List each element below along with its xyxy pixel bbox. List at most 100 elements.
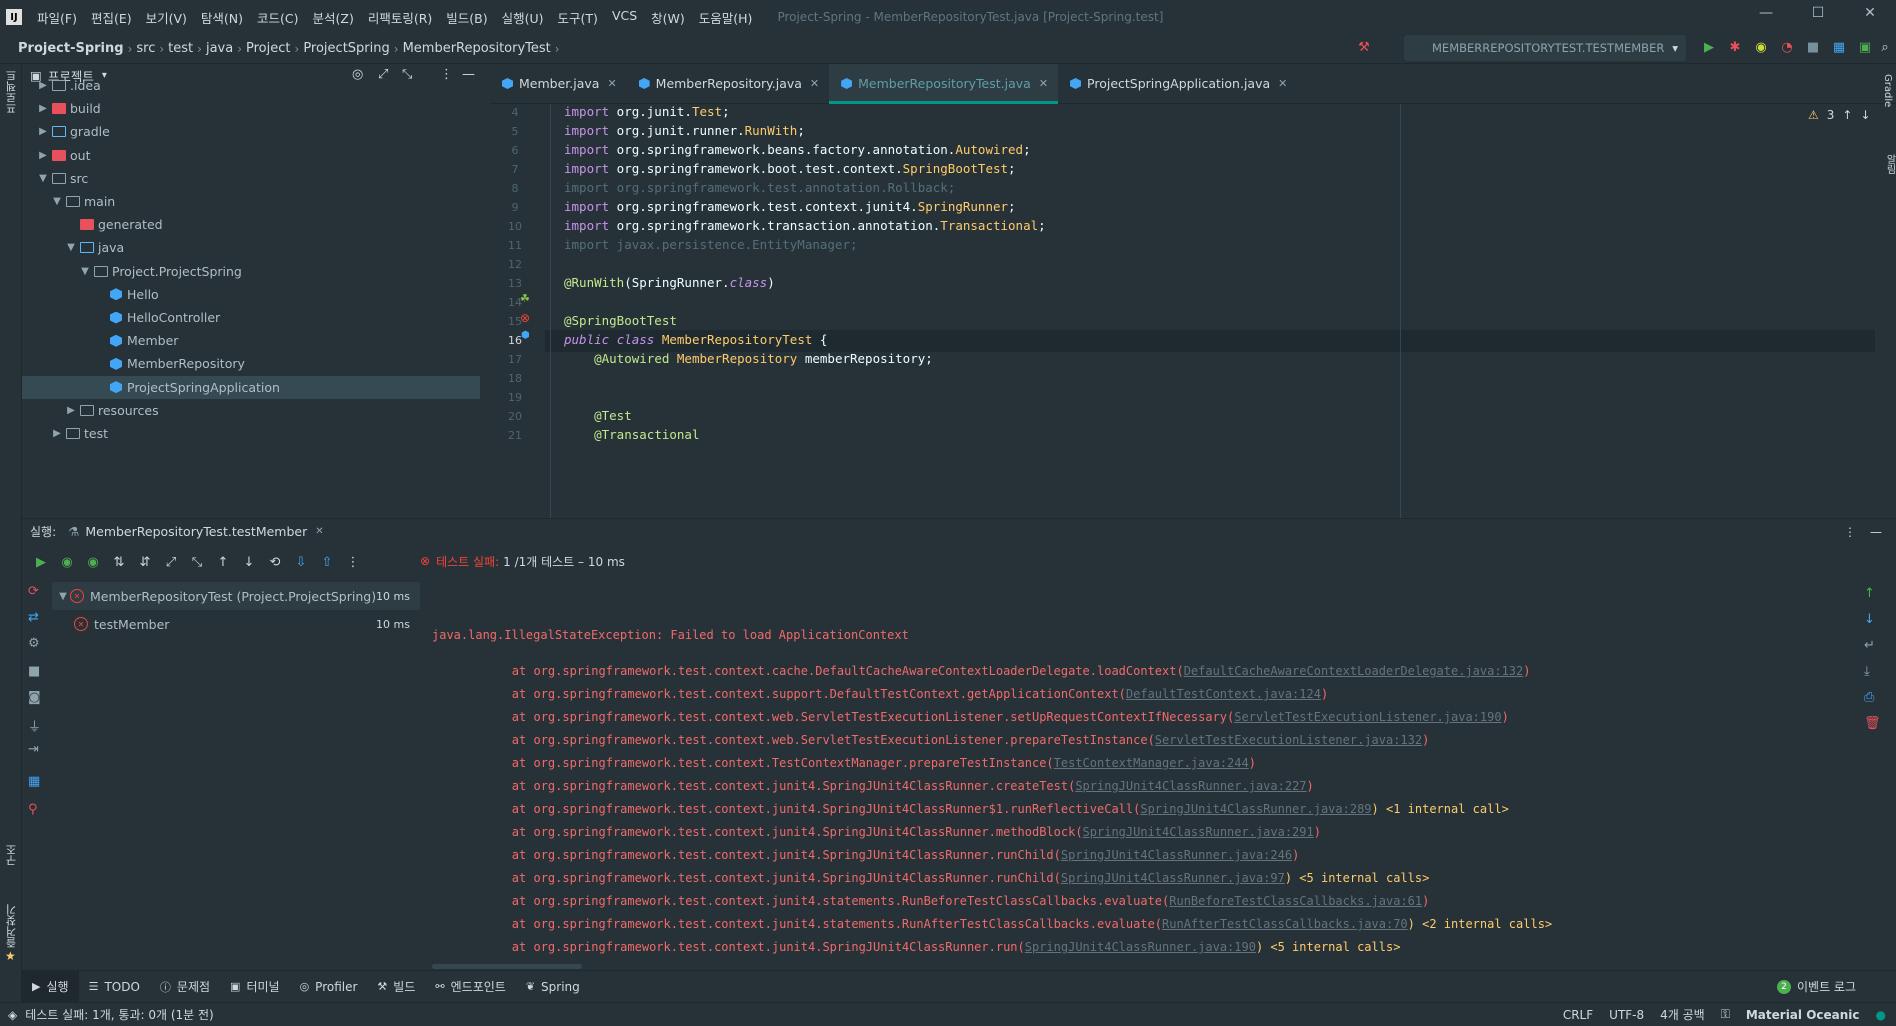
editor-tab[interactable]: MemberRepository.java ✕ — [627, 64, 829, 103]
source-link[interactable]: DefaultCacheAwareContextLoaderDelegate.j… — [1184, 664, 1524, 678]
import-tests-icon[interactable]: ⇩ — [288, 550, 314, 574]
tree-item[interactable]: ProjectSpringApplication — [22, 375, 480, 399]
menu-item[interactable]: 도움말(H) — [692, 8, 760, 27]
tree-item[interactable]: ▶ out — [22, 144, 480, 167]
menu-item[interactable]: 파일(F) — [30, 8, 84, 27]
breadcrumb-item[interactable]: src — [132, 41, 159, 56]
tool-window-button[interactable]: ⚯ 엔드포인트 — [425, 971, 515, 1002]
show-passed-icon[interactable]: ◉ — [54, 550, 80, 574]
breadcrumb-item[interactable]: MemberRepositoryTest — [399, 41, 555, 56]
tree-item[interactable]: ▼ main — [22, 190, 480, 213]
source-link[interactable]: TestContextManager.java:244 — [1054, 756, 1249, 770]
menu-item[interactable]: 빌드(B) — [439, 8, 494, 27]
tree-item[interactable]: ▼ Project.ProjectSpring — [22, 260, 480, 283]
history-icon[interactable]: ⟲ — [262, 550, 288, 574]
collapse-arrow-icon[interactable]: ▶ — [36, 126, 50, 137]
status-toggle-icon[interactable]: ◈ — [8, 1008, 17, 1022]
breadcrumb-item[interactable]: Project — [242, 41, 294, 56]
console-line[interactable]: at org.springframework.test.context.Test… — [454, 752, 1256, 775]
tree-item[interactable]: HelloController — [22, 306, 480, 329]
show-ignored-icon[interactable]: ◉ — [80, 550, 106, 574]
tree-item[interactable]: ▶ .idea — [22, 74, 480, 97]
tree-item[interactable]: MemberRepository — [22, 352, 480, 375]
rerun-failed-icon[interactable]: ⟳ — [28, 584, 39, 599]
tool-window-button[interactable]: ⚒ 빌드 — [367, 971, 425, 1002]
run-tab[interactable]: ⚗ MemberRepositoryTest.testMember ✕ — [68, 524, 324, 539]
tree-item[interactable]: ▶ test — [22, 422, 480, 445]
favorites-tool-button[interactable]: 즐겨찾기 — [4, 904, 20, 948]
source-link[interactable]: RunBeforeTestClassCallbacks.java:61 — [1169, 894, 1422, 908]
coverage-icon[interactable]: ◉ — [1752, 38, 1770, 56]
menu-item[interactable]: 탐색(N) — [194, 8, 250, 27]
console-line[interactable]: at org.springframework.test.context.juni… — [454, 798, 1509, 821]
indent-setting[interactable]: 4개 공백 — [1660, 1006, 1705, 1023]
code-line[interactable]: @Autowired MemberRepository memberReposi… — [564, 348, 933, 370]
profile-icon[interactable]: ◔ — [1778, 38, 1796, 56]
code-line[interactable]: @Transactional — [564, 424, 699, 446]
line-separator[interactable]: CRLF — [1563, 1008, 1593, 1022]
editor-tab[interactable]: ProjectSpringApplication.java ✕ — [1058, 64, 1297, 103]
more-options-icon[interactable]: ⋮ — [340, 550, 366, 574]
source-link[interactable]: SpringJUnit4ClassRunner.java:97 — [1061, 871, 1285, 885]
console-line[interactable]: at org.springframework.test.context.juni… — [454, 936, 1401, 959]
collapse-all-icon[interactable]: ⤡ — [184, 550, 210, 574]
collapse-arrow-icon[interactable]: ▶ — [64, 405, 78, 416]
close-window-icon[interactable]: ✕ — [1844, 0, 1896, 26]
settings-icon[interactable]: ⚙ — [28, 636, 40, 651]
menu-item[interactable]: 편집(E) — [84, 8, 139, 27]
scroll-to-end-icon[interactable]: ⤓ — [1864, 664, 1870, 679]
console-line[interactable]: at org.springframework.test.context.web.… — [454, 729, 1430, 752]
code-editor[interactable]: 4 5 6 7 8 9 10 11 12 13 14 15 16 17 18 19 20 21 ☘ ⊗ ⬢ import… — [490, 104, 1896, 518]
console-line[interactable]: at org.springframework.test.context.juni… — [454, 867, 1430, 890]
expand-arrow-icon[interactable]: ▼ — [64, 242, 78, 253]
menu-item[interactable]: 분석(Z) — [306, 8, 361, 27]
menu-item[interactable]: 도구(T) — [551, 8, 605, 27]
run-test-error-icon[interactable]: ⊗ — [520, 311, 530, 325]
structure-tool-button[interactable]: 구조 — [4, 844, 20, 866]
editor-tab[interactable]: Member.java ✕ — [490, 64, 627, 103]
code-line[interactable]: import javax.persistence.EntityManager; — [564, 234, 858, 256]
close-icon[interactable]: ✕ — [1039, 77, 1048, 90]
project-tool-button[interactable]: 프로젝트 — [4, 70, 20, 114]
console-line[interactable]: at org.springframework.test.context.juni… — [454, 775, 1314, 798]
menu-item[interactable]: 창(W) — [644, 8, 692, 27]
tree-item[interactable]: ▼ java — [22, 236, 480, 259]
expand-all-icon[interactable]: ⤢ — [158, 550, 184, 574]
expand-arrow-icon[interactable]: ▼ — [56, 591, 70, 602]
collapse-arrow-icon[interactable]: ▶ — [50, 428, 64, 439]
terminal-icon[interactable]: ▣ — [1856, 38, 1874, 56]
source-link[interactable]: SpringJUnit4ClassRunner.java:291 — [1083, 825, 1314, 839]
console-line[interactable]: at org.springframework.test.context.web.… — [454, 706, 1509, 729]
breadcrumb-item[interactable]: Project-Spring — [14, 41, 128, 56]
stop-icon[interactable]: ■ — [28, 664, 40, 679]
source-link[interactable]: ServletTestExecutionListener.java:190 — [1234, 710, 1501, 724]
console-line[interactable]: at org.springframework.test.context.cach… — [454, 660, 1531, 683]
menu-item[interactable]: 리팩토링(R) — [361, 8, 439, 27]
collapse-arrow-icon[interactable]: ▶ — [36, 80, 50, 91]
tool-window-button[interactable]: ⓘ 문제점 — [150, 971, 220, 1002]
breadcrumb-item[interactable]: java — [202, 41, 237, 56]
notifications-tool-button[interactable]: 알림 — [1882, 154, 1896, 174]
status-message[interactable]: 테스트 실패: 1개, 통과: 0개 (1분 전) — [25, 1006, 214, 1023]
autowired-bean-icon[interactable]: ⬢ — [521, 330, 530, 341]
tree-item[interactable]: generated — [22, 213, 480, 236]
source-link[interactable]: SpringJUnit4ClassRunner.java:246 — [1061, 848, 1292, 862]
expand-arrow-icon[interactable]: ▼ — [78, 266, 92, 277]
test-item[interactable]: ✕ testMember 10 ms — [52, 610, 420, 638]
sort-duration-icon[interactable]: ⇵ — [132, 550, 158, 574]
theme-name[interactable]: Material Oceanic — [1746, 1008, 1860, 1022]
close-icon[interactable]: ✕ — [1278, 77, 1287, 90]
console-scrollbar[interactable] — [432, 964, 582, 969]
trash-icon[interactable]: 🗑 — [1864, 716, 1881, 731]
project-structure-icon[interactable]: ▦ — [1830, 38, 1848, 56]
previous-icon[interactable]: ↑ — [210, 550, 236, 574]
console-line[interactable]: at org.springframework.test.context.juni… — [454, 890, 1430, 913]
expand-arrow-icon[interactable]: ▼ — [36, 173, 50, 184]
menu-item[interactable]: VCS — [605, 8, 644, 27]
source-link[interactable]: DefaultTestContext.java:124 — [1126, 687, 1321, 701]
source-link[interactable]: SpringJUnit4ClassRunner.java:190 — [1025, 940, 1256, 954]
menu-item[interactable]: 보기(V) — [139, 8, 194, 27]
debug-icon[interactable]: ✱ — [1726, 38, 1744, 56]
lock-icon[interactable]: ⚿ — [1721, 1007, 1730, 1022]
close-icon[interactable]: ✕ — [607, 77, 616, 90]
